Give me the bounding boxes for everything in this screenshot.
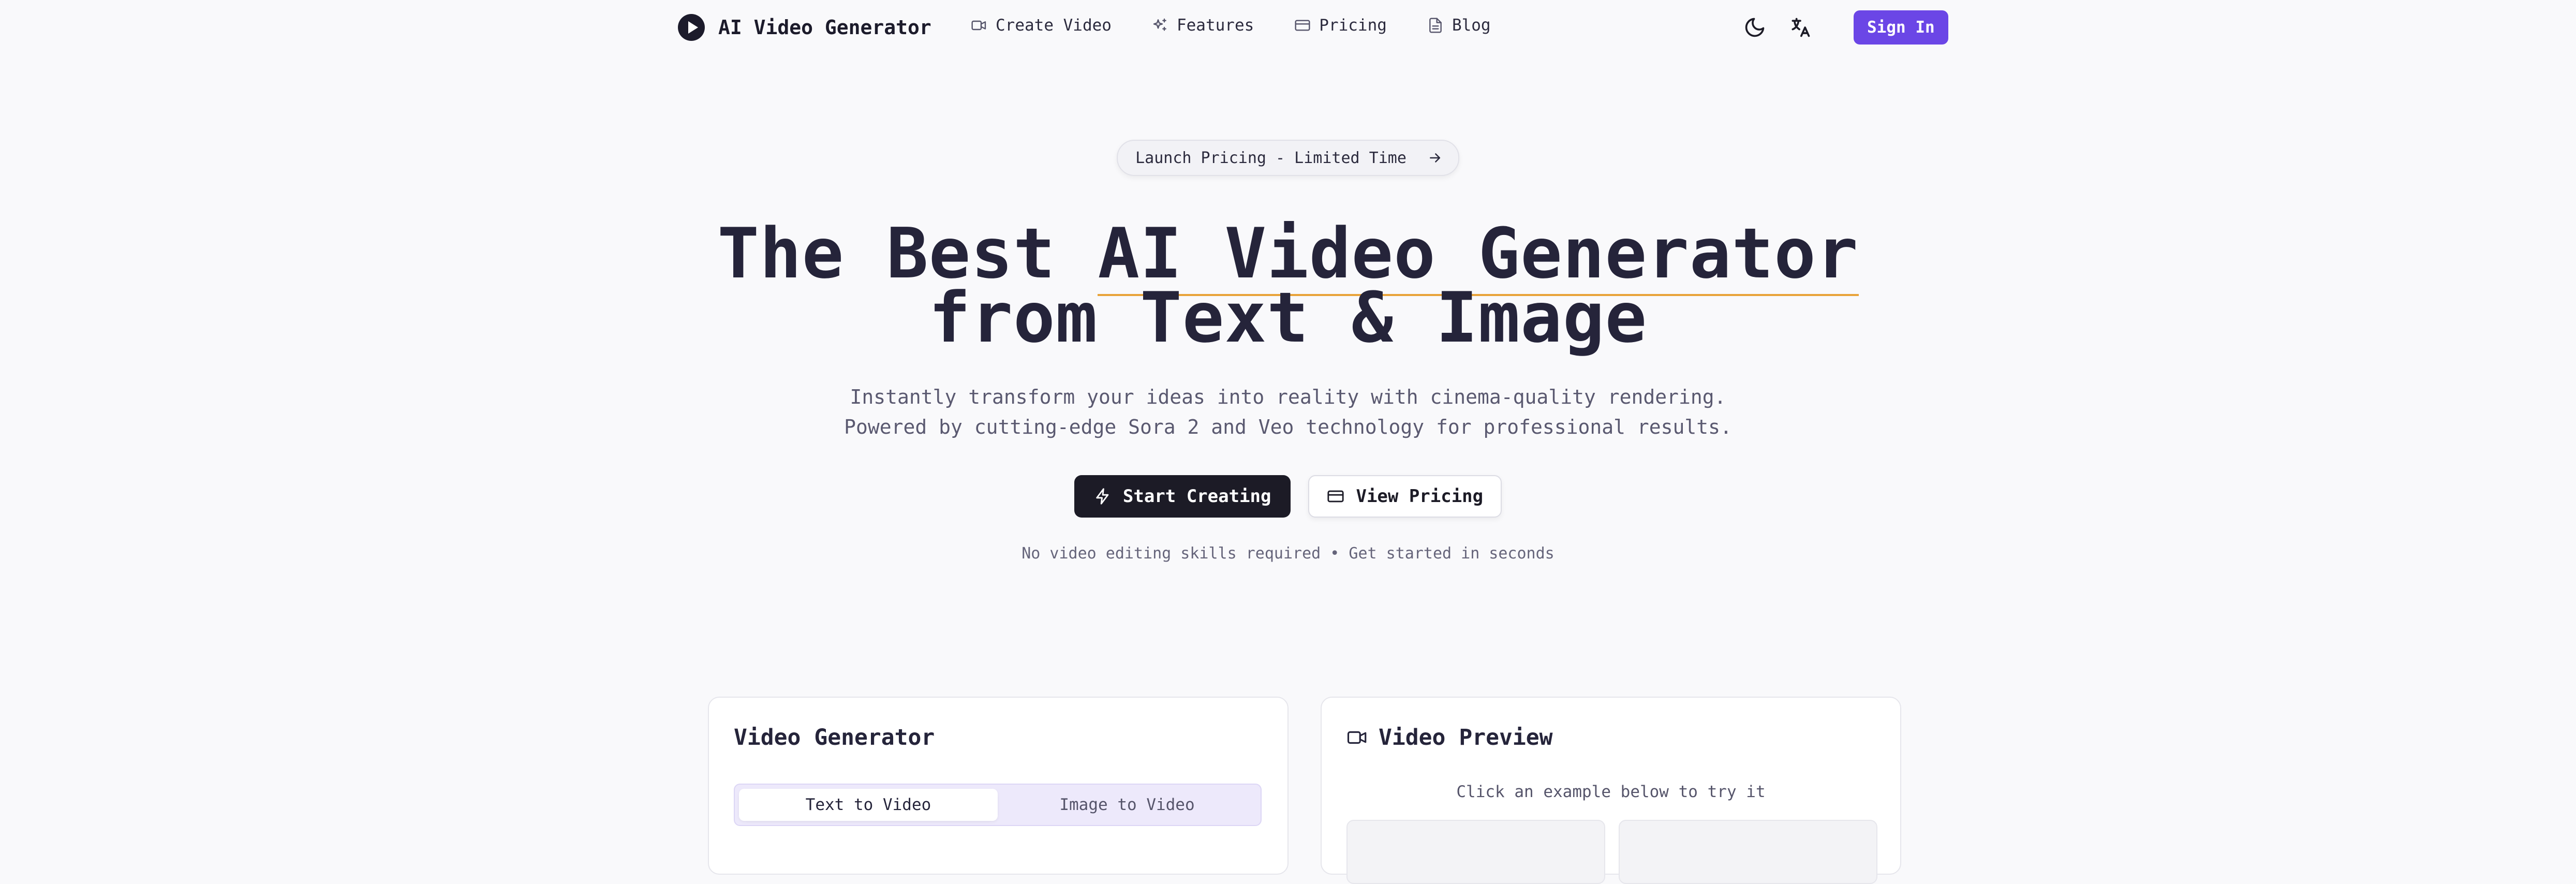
- badge-label: Launch Pricing - Limited Time: [1135, 149, 1407, 167]
- nav-link-label: Blog: [1452, 16, 1491, 35]
- hero-headline: The Best AI Video Generator from Text & …: [0, 213, 2576, 358]
- view-pricing-button[interactable]: View Pricing: [1308, 475, 1502, 518]
- hero-subtitle: Instantly transform your ideas into real…: [0, 382, 2576, 442]
- preview-title-row: Video Preview: [1346, 725, 1553, 750]
- play-icon: [678, 14, 705, 41]
- sparkles-icon: [1153, 18, 1166, 31]
- hero-cta-group: Start Creating View Pricing: [0, 475, 2576, 518]
- top-navbar: AI Video Generator Create Video Features…: [0, 0, 2576, 56]
- preview-hint: Click an example below to try it: [1456, 783, 1766, 801]
- example-thumbnail[interactable]: [1346, 820, 1605, 884]
- translate-icon: [1792, 18, 1810, 37]
- brand-name: AI Video Generator: [718, 16, 931, 39]
- nav-link-pricing[interactable]: Pricing: [1294, 16, 1387, 35]
- nav-links: Create Video Features Pricing Blog: [971, 16, 1491, 35]
- lightning-icon: [1096, 488, 1109, 505]
- headline-line2: from Text & Image: [928, 277, 1648, 358]
- view-pricing-label: View Pricing: [1356, 486, 1484, 507]
- hero-note: No video editing skills required • Get s…: [1021, 544, 1555, 563]
- nav-link-label: Features: [1176, 16, 1254, 35]
- nav-link-label: Create Video: [996, 16, 1112, 35]
- nav-actions: Sign In: [1738, 10, 1948, 45]
- subtitle-line1: Instantly transform your ideas into real…: [850, 386, 1726, 408]
- video-preview-card: Video Preview Click an example below to …: [1321, 697, 1901, 884]
- example-thumbnail[interactable]: [1619, 820, 1877, 884]
- document-icon: [1429, 18, 1442, 33]
- generator-title: Video Generator: [734, 725, 935, 750]
- brand-logo[interactable]: AI Video Generator: [678, 14, 931, 41]
- arrow-right-icon: [1429, 153, 1440, 163]
- tab-text-to-video[interactable]: Text to Video: [739, 789, 998, 821]
- start-creating-button[interactable]: Start Creating: [1074, 475, 1291, 518]
- tab-image-to-video[interactable]: Image to Video: [998, 789, 1256, 821]
- credit-card-icon: [1295, 20, 1310, 31]
- video-icon: [1347, 731, 1367, 744]
- launch-pricing-badge[interactable]: Launch Pricing - Limited Time: [1117, 140, 1459, 176]
- nav-link-blog[interactable]: Blog: [1427, 16, 1491, 35]
- video-icon: [971, 20, 986, 31]
- nav-link-label: Pricing: [1319, 16, 1387, 35]
- start-creating-label: Start Creating: [1122, 486, 1271, 507]
- theme-toggle-button[interactable]: [1738, 10, 1772, 45]
- language-button[interactable]: [1783, 10, 1817, 45]
- sign-in-button[interactable]: Sign In: [1854, 10, 1948, 45]
- credit-card-icon: [1327, 490, 1344, 503]
- subtitle-line2: Powered by cutting-edge Sora 2 and Veo t…: [844, 416, 1732, 438]
- preview-title: Video Preview: [1379, 725, 1553, 750]
- video-generator-card: Video Generator Text to Video Image to V…: [708, 697, 1289, 875]
- moon-icon: [1745, 18, 1765, 37]
- generator-mode-tabs: Text to Video Image to Video: [734, 784, 1262, 826]
- nav-link-features[interactable]: Features: [1152, 16, 1254, 35]
- nav-link-create-video[interactable]: Create Video: [971, 16, 1112, 35]
